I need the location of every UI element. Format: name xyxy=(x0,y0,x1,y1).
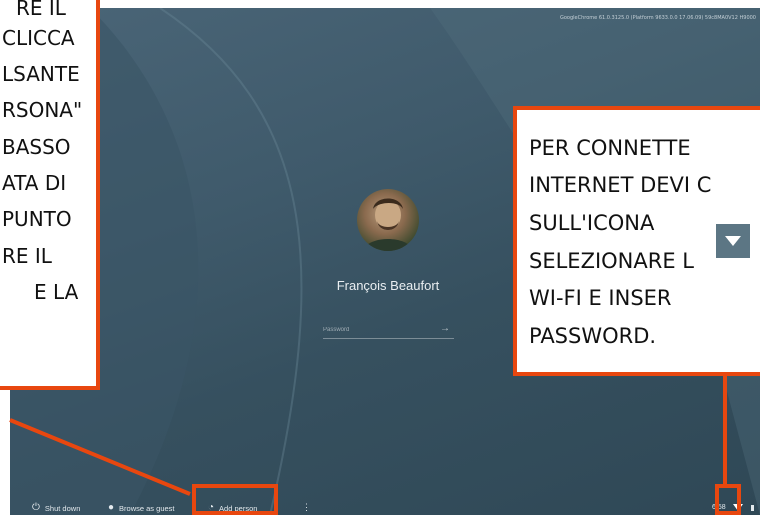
wifi-highlight xyxy=(715,484,741,515)
callout-line-left xyxy=(9,418,191,496)
callout-line-right xyxy=(723,376,727,484)
add-person-highlight xyxy=(192,484,278,515)
callout-connectors xyxy=(9,418,191,496)
